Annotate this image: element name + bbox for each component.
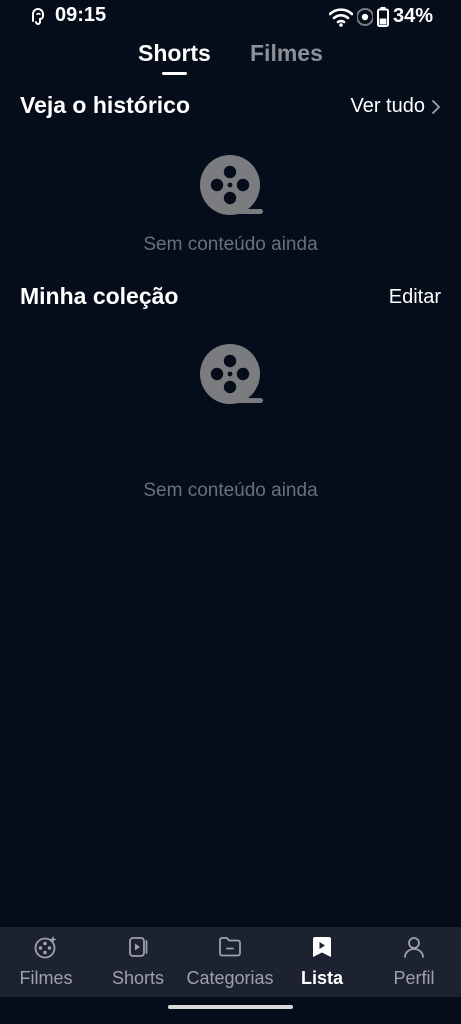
- see-all-label: Ver tudo: [350, 95, 425, 117]
- bottom-nav: Filmes Shorts Categorias Lista Perfil: [0, 927, 461, 997]
- film-reel-icon: [200, 344, 263, 404]
- nav-item-lista[interactable]: Lista: [276, 927, 368, 997]
- status-right: 34%: [328, 5, 433, 28]
- edit-button[interactable]: Editar: [389, 286, 441, 309]
- status-left: 09:15: [30, 4, 106, 27]
- see-all-button[interactable]: Ver tudo: [350, 95, 441, 118]
- history-header: Veja o histórico Ver tudo: [20, 92, 441, 122]
- status-time: 09:15: [55, 4, 107, 26]
- top-tabs: Shorts Filmes: [0, 40, 461, 80]
- history-empty-text: Sem conteúdo ainda: [143, 234, 318, 255]
- person-icon: [404, 937, 424, 958]
- nav-label-lista: Lista: [300, 968, 343, 988]
- battery-icon: [376, 6, 389, 27]
- collection-empty-text: Sem conteúdo ainda: [143, 480, 318, 501]
- collection-title: Minha coleção: [20, 283, 179, 309]
- tab-shorts[interactable]: Shorts: [138, 40, 211, 67]
- nav-item-perfil[interactable]: Perfil: [368, 927, 460, 997]
- tab-active-indicator: [162, 72, 187, 75]
- film-reel-icon: [34, 936, 57, 959]
- collection-header: Minha coleção Editar: [20, 283, 441, 313]
- shorts-play-icon: [129, 937, 148, 957]
- hearing-icon: [32, 7, 44, 25]
- battery-percent: 34%: [392, 5, 433, 27]
- nav-item-filmes[interactable]: Filmes: [0, 927, 92, 997]
- bookmark-play-icon: [313, 937, 331, 957]
- nav-item-shorts[interactable]: Shorts: [92, 927, 184, 997]
- nav-label-shorts: Shorts: [111, 968, 165, 988]
- status-bar: 09:15 34%: [0, 0, 461, 34]
- film-reel-icon: [200, 155, 263, 215]
- nav-item-categorias[interactable]: Categorias: [184, 927, 276, 997]
- data-saver-icon: [356, 7, 373, 26]
- nav-label-filmes: Filmes: [19, 968, 73, 988]
- nav-label-perfil: Perfil: [393, 968, 435, 988]
- history-title: Veja o histórico: [20, 92, 190, 118]
- folder-icon: [219, 937, 241, 957]
- home-indicator[interactable]: [168, 1005, 293, 1009]
- chevron-right-icon: [432, 99, 440, 114]
- wifi-icon: [328, 7, 353, 27]
- tab-filmes[interactable]: Filmes: [250, 40, 323, 67]
- nav-label-categorias: Categorias: [186, 968, 274, 988]
